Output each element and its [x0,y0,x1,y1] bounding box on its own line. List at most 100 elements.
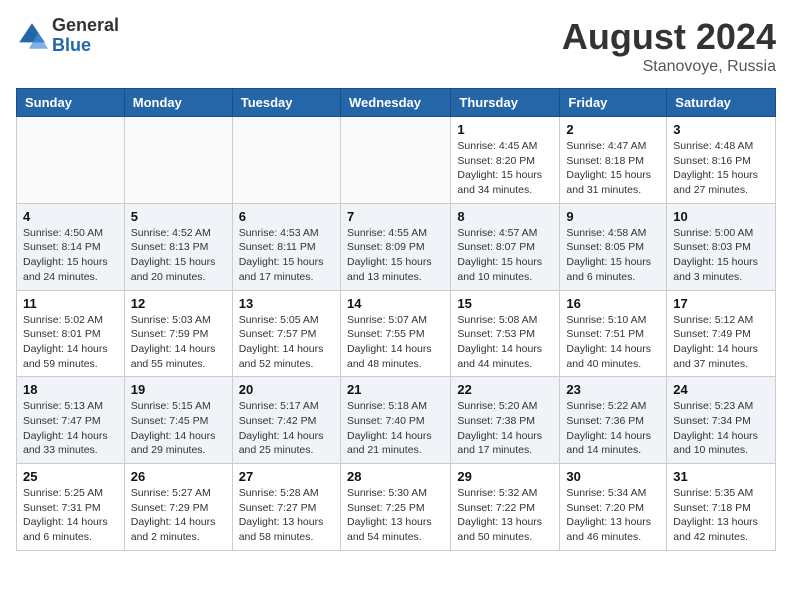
day-info: Sunrise: 4:57 AM Sunset: 8:07 PM Dayligh… [457,226,553,285]
calendar-cell: 19 Sunrise: 5:15 AM Sunset: 7:45 PM Dayli… [124,377,232,464]
day-number: 13 [239,296,334,311]
page-header: General Blue August 2024 Stanovoye, Russ… [16,16,776,76]
day-info: Sunrise: 4:53 AM Sunset: 8:11 PM Dayligh… [239,226,334,285]
calendar-cell [340,117,450,204]
calendar-cell: 1 Sunrise: 4:45 AM Sunset: 8:20 PM Daylig… [451,117,560,204]
day-number: 24 [673,382,769,397]
day-info: Sunrise: 5:08 AM Sunset: 7:53 PM Dayligh… [457,313,553,372]
calendar-cell: 10Sunrise: 5:00 AM Sunset: 8:03 PM Dayli… [667,203,776,290]
day-number: 4 [23,209,118,224]
day-number: 14 [347,296,444,311]
day-number: 21 [347,382,444,397]
title-block: August 2024 Stanovoye, Russia [562,16,776,76]
day-info: Sunrise: 4:52 AM Sunset: 8:13 PM Dayligh… [131,226,226,285]
day-number: 6 [239,209,334,224]
calendar-cell: 21 Sunrise: 5:18 AM Sunset: 7:40 PM Dayli… [340,377,450,464]
calendar-week-row: 18 Sunrise: 5:13 AM Sunset: 7:47 PM Dayli… [17,377,776,464]
day-header-tuesday: Tuesday [232,89,340,117]
day-number: 25 [23,469,118,484]
day-number: 22 [457,382,553,397]
calendar-cell: 28 Sunrise: 5:30 AM Sunset: 7:25 PM Dayli… [340,464,450,551]
calendar-cell: 30 Sunrise: 5:34 AM Sunset: 7:20 PM Dayli… [560,464,667,551]
calendar-cell: 3 Sunrise: 4:48 AM Sunset: 8:16 PM Daylig… [667,117,776,204]
day-header-monday: Monday [124,89,232,117]
day-info: Sunrise: 5:02 AM Sunset: 8:01 PM Dayligh… [23,313,118,372]
calendar-cell: 9Sunrise: 4:58 AM Sunset: 8:05 PM Daylig… [560,203,667,290]
day-info: Sunrise: 4:47 AM Sunset: 8:18 PM Dayligh… [566,139,660,198]
calendar-title: August 2024 [562,16,776,58]
day-info: Sunrise: 5:15 AM Sunset: 7:45 PM Dayligh… [131,399,226,458]
day-number: 18 [23,382,118,397]
calendar-cell [17,117,125,204]
day-number: 12 [131,296,226,311]
calendar-cell: 4 Sunrise: 4:50 AM Sunset: 8:14 PM Daylig… [17,203,125,290]
day-number: 28 [347,469,444,484]
day-info: Sunrise: 4:50 AM Sunset: 8:14 PM Dayligh… [23,226,118,285]
day-number: 31 [673,469,769,484]
calendar-cell: 14Sunrise: 5:07 AM Sunset: 7:55 PM Dayli… [340,290,450,377]
calendar-cell: 24 Sunrise: 5:23 AM Sunset: 7:34 PM Dayli… [667,377,776,464]
day-number: 15 [457,296,553,311]
calendar-cell: 13 Sunrise: 5:05 AM Sunset: 7:57 PM Dayli… [232,290,340,377]
day-number: 26 [131,469,226,484]
day-info: Sunrise: 4:55 AM Sunset: 8:09 PM Dayligh… [347,226,444,285]
day-info: Sunrise: 5:13 AM Sunset: 7:47 PM Dayligh… [23,399,118,458]
calendar-cell: 12Sunrise: 5:03 AM Sunset: 7:59 PM Dayli… [124,290,232,377]
calendar-week-row: 4 Sunrise: 4:50 AM Sunset: 8:14 PM Daylig… [17,203,776,290]
calendar-cell: 31 Sunrise: 5:35 AM Sunset: 7:18 PM Dayli… [667,464,776,551]
calendar-cell [232,117,340,204]
calendar-cell: 11 Sunrise: 5:02 AM Sunset: 8:01 PM Dayli… [17,290,125,377]
day-header-friday: Friday [560,89,667,117]
day-number: 27 [239,469,334,484]
logo: General Blue [16,16,119,56]
day-info: Sunrise: 5:27 AM Sunset: 7:29 PM Dayligh… [131,486,226,545]
day-info: Sunrise: 5:34 AM Sunset: 7:20 PM Dayligh… [566,486,660,545]
day-header-sunday: Sunday [17,89,125,117]
day-info: Sunrise: 5:28 AM Sunset: 7:27 PM Dayligh… [239,486,334,545]
day-info: Sunrise: 5:35 AM Sunset: 7:18 PM Dayligh… [673,486,769,545]
calendar-cell: 18 Sunrise: 5:13 AM Sunset: 7:47 PM Dayli… [17,377,125,464]
day-number: 20 [239,382,334,397]
day-info: Sunrise: 5:12 AM Sunset: 7:49 PM Dayligh… [673,313,769,372]
calendar-cell [124,117,232,204]
calendar-week-row: 1 Sunrise: 4:45 AM Sunset: 8:20 PM Daylig… [17,117,776,204]
logo-general-text: General [52,16,119,36]
day-number: 29 [457,469,553,484]
calendar-cell: 23Sunrise: 5:22 AM Sunset: 7:36 PM Dayli… [560,377,667,464]
calendar-week-row: 11 Sunrise: 5:02 AM Sunset: 8:01 PM Dayli… [17,290,776,377]
day-number: 2 [566,122,660,137]
day-info: Sunrise: 5:32 AM Sunset: 7:22 PM Dayligh… [457,486,553,545]
day-header-wednesday: Wednesday [340,89,450,117]
day-number: 1 [457,122,553,137]
day-number: 7 [347,209,444,224]
day-info: Sunrise: 5:17 AM Sunset: 7:42 PM Dayligh… [239,399,334,458]
day-info: Sunrise: 5:05 AM Sunset: 7:57 PM Dayligh… [239,313,334,372]
day-info: Sunrise: 4:45 AM Sunset: 8:20 PM Dayligh… [457,139,553,198]
day-number: 16 [566,296,660,311]
day-info: Sunrise: 5:30 AM Sunset: 7:25 PM Dayligh… [347,486,444,545]
day-number: 9 [566,209,660,224]
day-info: Sunrise: 4:48 AM Sunset: 8:16 PM Dayligh… [673,139,769,198]
calendar-cell: 25Sunrise: 5:25 AM Sunset: 7:31 PM Dayli… [17,464,125,551]
day-number: 17 [673,296,769,311]
calendar-cell: 2 Sunrise: 4:47 AM Sunset: 8:18 PM Daylig… [560,117,667,204]
calendar-cell: 27 Sunrise: 5:28 AM Sunset: 7:27 PM Dayli… [232,464,340,551]
day-number: 11 [23,296,118,311]
day-number: 30 [566,469,660,484]
day-info: Sunrise: 5:23 AM Sunset: 7:34 PM Dayligh… [673,399,769,458]
day-header-thursday: Thursday [451,89,560,117]
calendar-cell: 15 Sunrise: 5:08 AM Sunset: 7:53 PM Dayli… [451,290,560,377]
day-number: 5 [131,209,226,224]
day-info: Sunrise: 5:18 AM Sunset: 7:40 PM Dayligh… [347,399,444,458]
calendar-cell: 7 Sunrise: 4:55 AM Sunset: 8:09 PM Daylig… [340,203,450,290]
calendar-week-row: 25Sunrise: 5:25 AM Sunset: 7:31 PM Dayli… [17,464,776,551]
calendar-cell: 8Sunrise: 4:57 AM Sunset: 8:07 PM Daylig… [451,203,560,290]
logo-blue-text: Blue [52,36,119,56]
day-number: 19 [131,382,226,397]
day-number: 3 [673,122,769,137]
calendar-cell: 16Sunrise: 5:10 AM Sunset: 7:51 PM Dayli… [560,290,667,377]
calendar-cell: 5 Sunrise: 4:52 AM Sunset: 8:13 PM Daylig… [124,203,232,290]
logo-icon [16,20,48,52]
calendar-table: SundayMondayTuesdayWednesdayThursdayFrid… [16,88,776,551]
calendar-location: Stanovoye, Russia [562,58,776,76]
